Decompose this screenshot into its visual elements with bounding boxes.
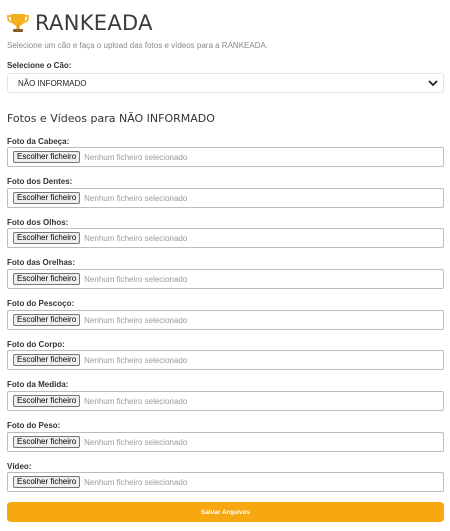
file-input-neck[interactable]: Escolher ficheiro Nenhum ficheiro seleci… (7, 310, 444, 330)
file-status: Nenhum ficheiro selecionado (84, 233, 188, 243)
file-input-teeth[interactable]: Escolher ficheiro Nenhum ficheiro seleci… (7, 188, 444, 208)
choose-file-button[interactable]: Escolher ficheiro (13, 151, 81, 163)
choose-file-button[interactable]: Escolher ficheiro (13, 192, 81, 204)
save-files-button[interactable]: Salvar Arquivos (7, 502, 444, 522)
page-subtitle: Selecione um cão e faça o upload das fot… (7, 41, 269, 50)
file-status: Nenhum ficheiro selecionado (84, 193, 188, 203)
file-input-weight[interactable]: Escolher ficheiro Nenhum ficheiro seleci… (7, 432, 444, 452)
upload-label-ears: Foto das Orelhas: (7, 258, 76, 267)
file-status: Nenhum ficheiro selecionado (84, 315, 188, 325)
trophy-icon (7, 14, 29, 32)
choose-file-button[interactable]: Escolher ficheiro (13, 436, 81, 448)
upload-label-neck: Foto do Pescoço: (7, 299, 75, 308)
dog-select-value: NÃO INFORMADO (18, 78, 87, 88)
file-input-video[interactable]: Escolher ficheiro Nenhum ficheiro seleci… (7, 472, 444, 492)
upload-label-measure: Foto da Medida: (7, 380, 69, 389)
chevron-down-icon (428, 80, 438, 87)
upload-label-video: Vídeo: (7, 462, 32, 471)
choose-file-button[interactable]: Escolher ficheiro (13, 232, 81, 244)
file-input-body[interactable]: Escolher ficheiro Nenhum ficheiro seleci… (7, 350, 444, 370)
file-input-eyes[interactable]: Escolher ficheiro Nenhum ficheiro seleci… (7, 228, 444, 248)
title-row: RANKEADA (6, 9, 153, 37)
upload-label-teeth: Foto dos Dentes: (7, 177, 73, 186)
upload-label-eyes: Foto dos Olhos: (7, 218, 69, 227)
dog-select[interactable]: NÃO INFORMADO (7, 73, 444, 93)
upload-label-head: Foto da Cabeça: (7, 137, 70, 146)
page-title: RANKEADA (35, 11, 153, 35)
file-status: Nenhum ficheiro selecionado (84, 152, 188, 162)
file-input-measure[interactable]: Escolher ficheiro Nenhum ficheiro seleci… (7, 391, 444, 411)
dog-select-label: Selecione o Cão: (7, 61, 72, 70)
choose-file-button[interactable]: Escolher ficheiro (13, 354, 81, 366)
upload-label-weight: Foto do Peso: (7, 421, 61, 430)
upload-label-body: Foto do Corpo: (7, 340, 65, 349)
file-status: Nenhum ficheiro selecionado (84, 396, 188, 406)
file-status: Nenhum ficheiro selecionado (84, 274, 188, 284)
file-input-ears[interactable]: Escolher ficheiro Nenhum ficheiro seleci… (7, 269, 444, 289)
section-title: Fotos e Vídeos para NÃO INFORMADO (7, 112, 215, 125)
choose-file-button[interactable]: Escolher ficheiro (13, 395, 81, 407)
rankeada-page: RANKEADA Selecione um cão e faça o uploa… (0, 0, 450, 531)
choose-file-button[interactable]: Escolher ficheiro (13, 314, 81, 326)
file-status: Nenhum ficheiro selecionado (84, 355, 188, 365)
file-input-head[interactable]: Escolher ficheiro Nenhum ficheiro seleci… (7, 147, 444, 167)
choose-file-button[interactable]: Escolher ficheiro (13, 476, 81, 488)
file-status: Nenhum ficheiro selecionado (84, 477, 188, 487)
choose-file-button[interactable]: Escolher ficheiro (13, 273, 81, 285)
file-status: Nenhum ficheiro selecionado (84, 437, 188, 447)
